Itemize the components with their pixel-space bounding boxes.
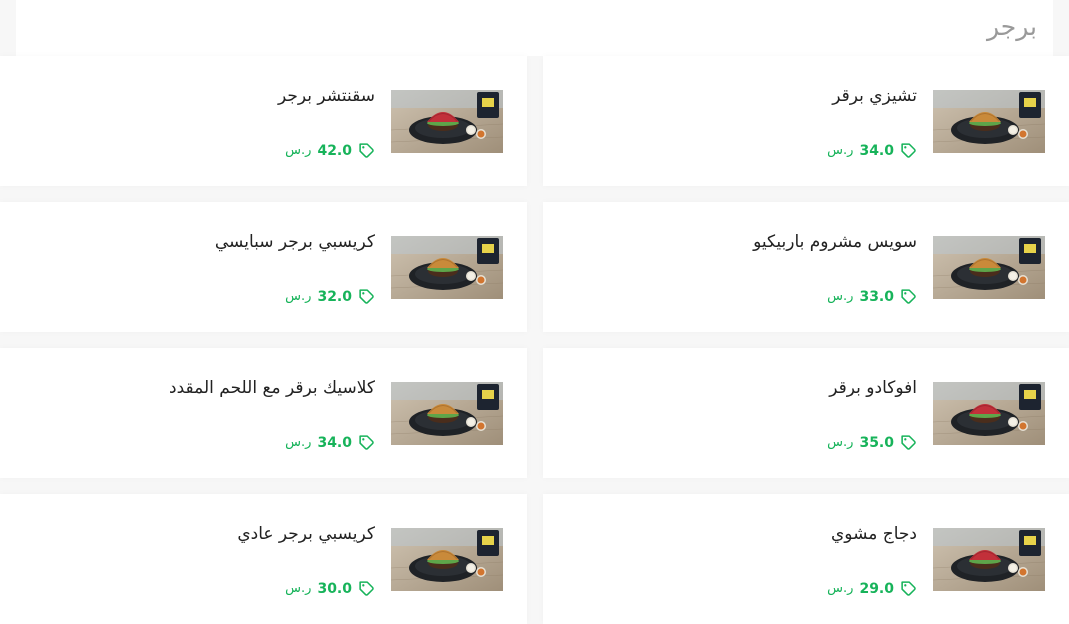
menu-item-price: 35.0 [859, 434, 894, 451]
menu-item-card[interactable]: دجاج مشوي 29.0 ر.س [543, 494, 1069, 624]
price-tag-icon [901, 581, 916, 596]
menu-item-image[interactable] [933, 528, 1045, 591]
menu-item-price: 32.0 [317, 288, 352, 305]
section-title: برجر [987, 12, 1037, 41]
menu-item-currency: ر.س [285, 435, 312, 450]
menu-item-price: 33.0 [859, 288, 894, 305]
menu-item-card[interactable]: كريسبي برجر سبايسي 32.0 ر.س [0, 202, 527, 332]
price-tag-icon [359, 581, 374, 596]
menu-item-name[interactable]: كريسبي برجر عادي [237, 524, 375, 544]
menu-item-card[interactable]: سقنتشر برجر 42.0 ر.س [0, 56, 527, 186]
menu-grid: سقنتشر برجر 42.0 ر.س تشيزي برقر 34.0 ر.س… [0, 56, 1069, 624]
menu-item-price: 30.0 [317, 580, 352, 597]
menu-item-price: 29.0 [859, 580, 894, 597]
price-tag-icon [901, 435, 916, 450]
menu-item-card[interactable]: سويس مشروم باربيكيو 33.0 ر.س [543, 202, 1069, 332]
menu-item-price-row: 34.0 ر.س [827, 142, 917, 159]
price-tag-icon [359, 289, 374, 304]
menu-item-image[interactable] [391, 528, 503, 591]
price-tag-icon [901, 143, 916, 158]
menu-item-price: 42.0 [317, 142, 352, 159]
price-tag-icon [359, 143, 374, 158]
menu-item-image[interactable] [933, 382, 1045, 445]
menu-item-price-row: 29.0 ر.س [827, 580, 917, 597]
menu-item-price-row: 42.0 ر.س [285, 142, 375, 159]
menu-item-currency: ر.س [285, 289, 312, 304]
menu-item-card[interactable]: تشيزي برقر 34.0 ر.س [543, 56, 1069, 186]
menu-item-price-row: 32.0 ر.س [285, 288, 375, 305]
menu-item-name[interactable]: دجاج مشوي [831, 524, 917, 544]
price-tag-icon [901, 289, 916, 304]
menu-item-price: 34.0 [859, 142, 894, 159]
menu-item-image[interactable] [391, 236, 503, 299]
menu-item-name[interactable]: افوكادو برقر [829, 378, 917, 398]
section-header: برجر [16, 0, 1053, 56]
menu-item-price-row: 30.0 ر.س [285, 580, 375, 597]
menu-item-image[interactable] [933, 236, 1045, 299]
menu-item-card[interactable]: افوكادو برقر 35.0 ر.س [543, 348, 1069, 478]
menu-item-name[interactable]: كلاسيك برقر مع اللحم المقدد [169, 378, 375, 398]
price-tag-icon [359, 435, 374, 450]
menu-item-image[interactable] [391, 90, 503, 153]
menu-item-price-row: 33.0 ر.س [827, 288, 917, 305]
menu-item-name[interactable]: تشيزي برقر [832, 86, 917, 106]
menu-item-price-row: 34.0 ر.س [285, 434, 375, 451]
menu-item-currency: ر.س [827, 435, 854, 450]
menu-item-image[interactable] [391, 382, 503, 445]
menu-item-name[interactable]: كريسبي برجر سبايسي [215, 232, 375, 252]
menu-item-price: 34.0 [317, 434, 352, 451]
menu-item-name[interactable]: سقنتشر برجر [278, 86, 375, 106]
menu-item-name[interactable]: سويس مشروم باربيكيو [753, 232, 917, 252]
menu-item-currency: ر.س [285, 581, 312, 596]
menu-item-currency: ر.س [827, 289, 854, 304]
menu-item-card[interactable]: كريسبي برجر عادي 30.0 ر.س [0, 494, 527, 624]
menu-item-currency: ر.س [285, 143, 312, 158]
menu-item-card[interactable]: كلاسيك برقر مع اللحم المقدد 34.0 ر.س [0, 348, 527, 478]
menu-item-currency: ر.س [827, 143, 854, 158]
menu-item-currency: ر.س [827, 581, 854, 596]
menu-item-image[interactable] [933, 90, 1045, 153]
menu-item-price-row: 35.0 ر.س [827, 434, 917, 451]
